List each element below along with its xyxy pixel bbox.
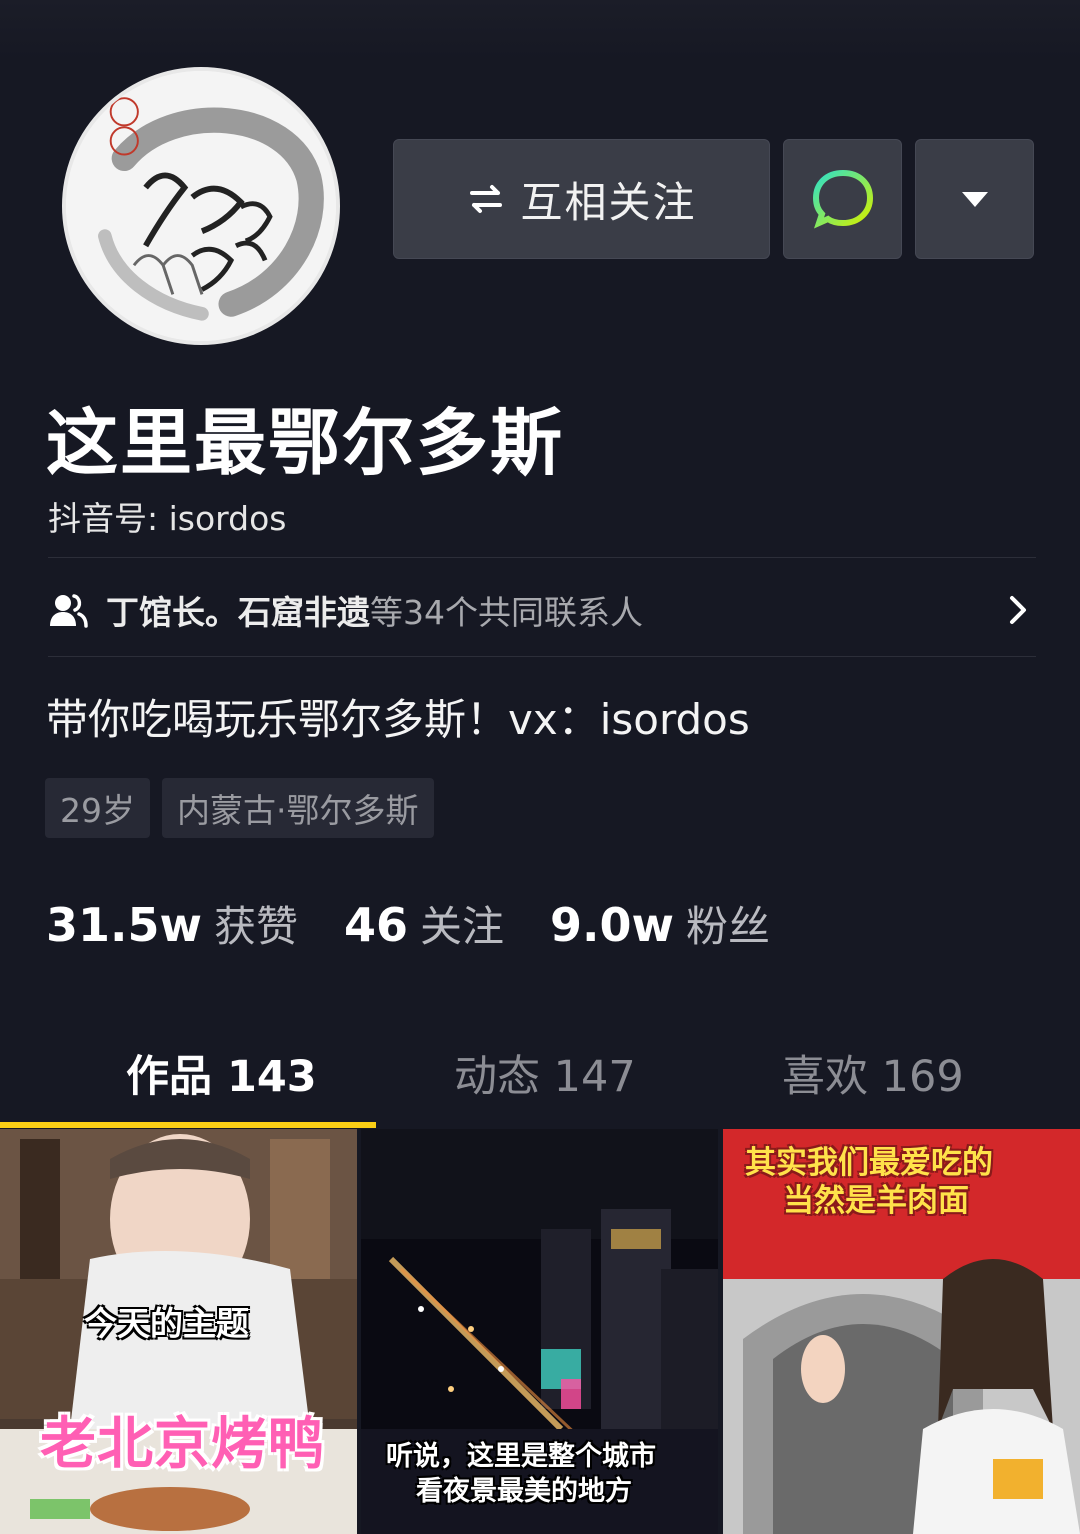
ordos-logo-image xyxy=(66,71,336,341)
profile-handle: 抖音号: isordos xyxy=(48,492,286,540)
video-caption-main: 看夜景最美的地方 xyxy=(416,1476,632,1507)
video-caption-top: 听说，这里是整个城市 xyxy=(386,1441,656,1472)
mutual-contact-names: 丁馆长。石窟非遗 xyxy=(106,593,370,632)
followers-count: 9.0w xyxy=(550,898,675,952)
video-thumbnail[interactable]: 听说，这里是整个城市 看夜景最美的地方 xyxy=(361,1129,718,1534)
following-stat[interactable]: 46 关注 xyxy=(344,893,504,954)
tab-likes[interactable]: 喜欢 169 xyxy=(782,1042,964,1104)
likes-stat[interactable]: 31.5w 获赞 xyxy=(46,893,298,954)
more-dropdown-button[interactable] xyxy=(915,139,1034,259)
video-grid: 今天的主题 老北京烤鸭 听说，这里是整个城市 看夜景最美的地方 其实我们最爱吃的… xyxy=(0,1129,1080,1534)
profile-stats: 31.5w 获赞 46 关注 9.0w 粉丝 xyxy=(46,893,816,954)
location-tag: 内蒙古·鄂尔多斯 xyxy=(162,778,434,838)
profile-bio: 带你吃喝玩乐鄂尔多斯！vx：isordos xyxy=(46,695,750,744)
mutual-follow-label: 互相关注 xyxy=(520,177,697,227)
status-bar-area xyxy=(0,0,1080,60)
handle-value: isordos xyxy=(168,499,287,538)
message-button[interactable] xyxy=(783,139,902,259)
video-caption-top: 今天的主题 xyxy=(84,1304,249,1343)
chevron-right-icon xyxy=(1010,596,1026,624)
tab-activity[interactable]: 动态 147 xyxy=(454,1042,636,1104)
tab-works[interactable]: 作品 143 xyxy=(126,1042,317,1104)
active-tab-indicator xyxy=(0,1122,376,1128)
mutual-contacts-row[interactable]: 丁馆长。石窟非遗 等34个共同联系人 xyxy=(48,572,1036,648)
avatar[interactable] xyxy=(62,67,340,345)
mutual-contact-count: 等34个共同联系人 xyxy=(370,593,643,632)
people-icon xyxy=(50,594,88,628)
profile-name: 这里最鄂尔多斯 xyxy=(46,401,565,485)
likes-count: 31.5w xyxy=(46,898,202,952)
handle-label: 抖音号: xyxy=(48,499,169,538)
divider xyxy=(48,557,1036,558)
likes-label: 获赞 xyxy=(214,902,299,951)
mutual-follow-icon xyxy=(470,185,503,213)
video-thumbnail[interactable]: 今天的主题 老北京烤鸭 xyxy=(0,1129,357,1534)
dropdown-caret-icon xyxy=(961,191,988,207)
divider xyxy=(48,656,1036,657)
video-caption-main: 老北京烤鸭 xyxy=(40,1412,325,1477)
video-thumbnail[interactable]: 其实我们最爱吃的 当然是羊肉面 xyxy=(723,1129,1080,1534)
following-count: 46 xyxy=(344,898,409,952)
video-caption-main: 当然是羊肉面 xyxy=(783,1183,969,1219)
content-tabs: 作品 143 动态 147 喜欢 169 xyxy=(0,1030,1080,1128)
age-tag: 29岁 xyxy=(45,778,150,838)
profile-tags: 29岁 内蒙古·鄂尔多斯 xyxy=(45,778,434,838)
followers-stat[interactable]: 9.0w 粉丝 xyxy=(550,893,770,954)
followers-label: 粉丝 xyxy=(686,902,771,951)
following-label: 关注 xyxy=(420,902,505,951)
message-bubble-icon xyxy=(812,169,873,229)
mutual-follow-button[interactable]: 互相关注 xyxy=(393,139,770,259)
